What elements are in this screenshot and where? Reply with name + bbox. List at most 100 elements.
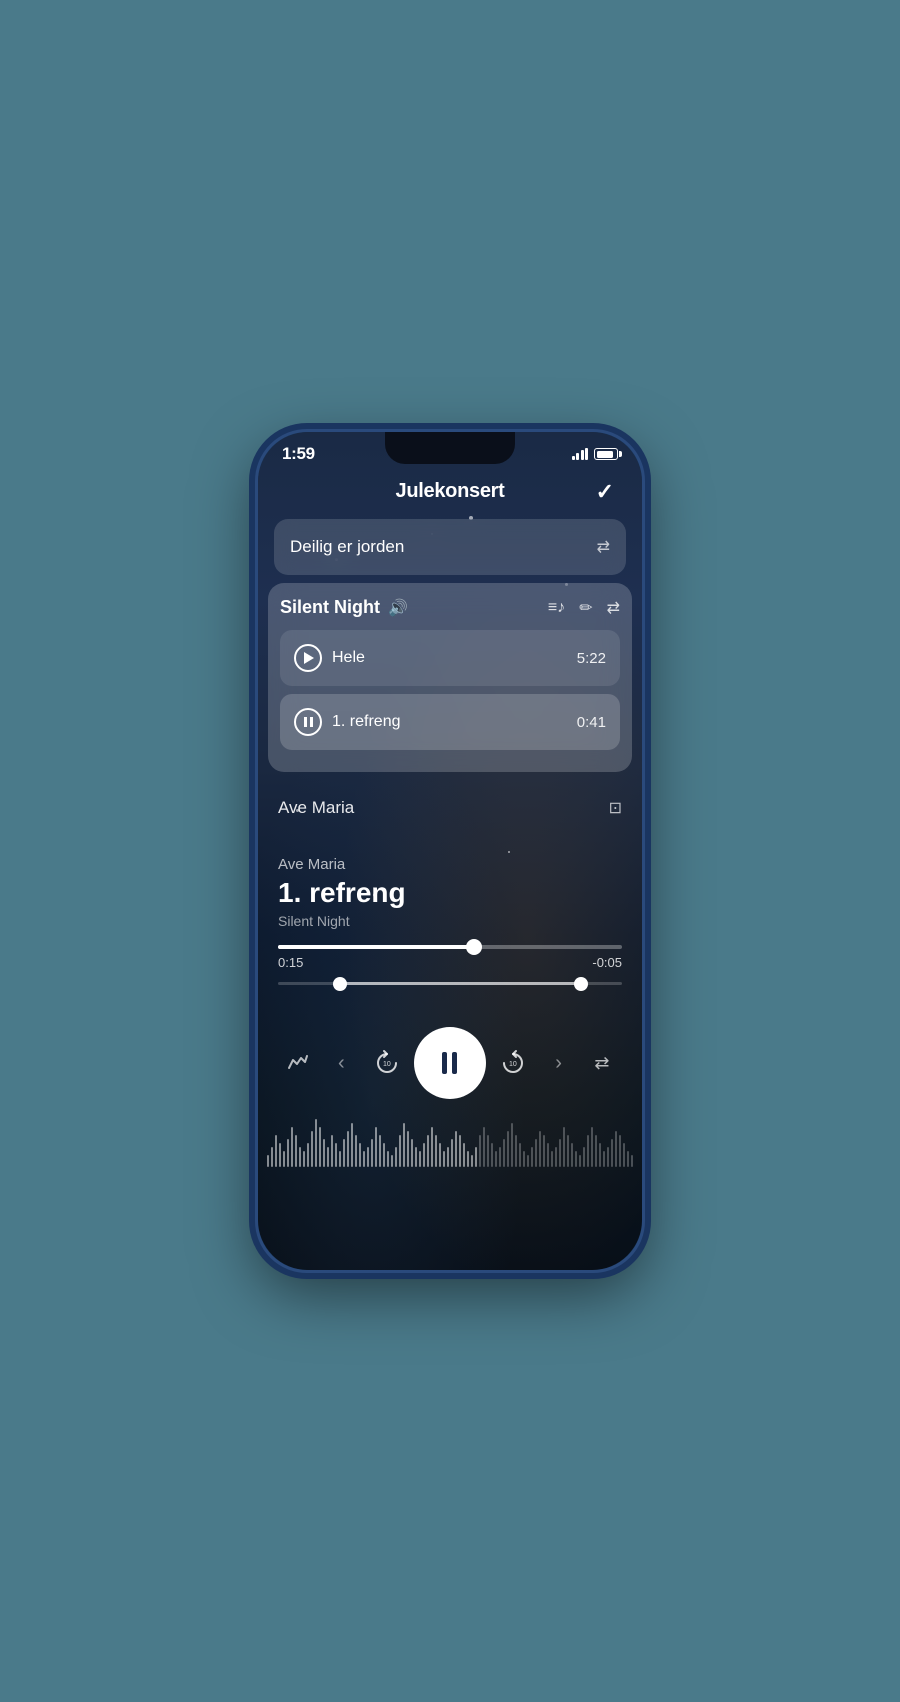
track-item-hele[interactable]: Hele 5:22 <box>280 630 620 686</box>
waveform-bar <box>519 1143 521 1167</box>
song-card-deilig[interactable]: Deilig er jorden ⇄ <box>274 519 626 575</box>
status-icons <box>572 448 619 460</box>
waveform-bar <box>319 1127 321 1167</box>
waveform-bar <box>383 1143 385 1167</box>
waveform-bar <box>611 1139 613 1167</box>
waveform-bar <box>443 1151 445 1167</box>
waveform-bar <box>439 1143 441 1167</box>
repeat-icon-active[interactable]: ⇄ <box>607 598 620 618</box>
waveform-bar <box>499 1147 501 1167</box>
song-card-ave-maria[interactable]: Ave Maria ⊡ <box>274 784 626 832</box>
battery-body <box>594 448 618 460</box>
play-triangle-icon <box>304 652 314 664</box>
waveform-bar <box>391 1155 393 1167</box>
edit-icon[interactable]: ✏ <box>579 598 592 618</box>
waveform-bar <box>555 1147 557 1167</box>
waveform-bar <box>327 1147 329 1167</box>
progress-bar[interactable] <box>278 945 622 949</box>
waveform-bar <box>371 1139 373 1167</box>
waveform-bar <box>623 1143 625 1167</box>
header: Julekonsert ✓ <box>258 468 642 519</box>
waveform-bar <box>427 1135 429 1167</box>
replay-back-button[interactable]: 10 <box>369 1045 405 1081</box>
waveform-bar <box>267 1155 269 1167</box>
waveform-bar <box>631 1155 633 1167</box>
waveform-bar <box>535 1139 537 1167</box>
waveform-bar <box>331 1135 333 1167</box>
waveform-bar <box>351 1123 353 1167</box>
loop-fill <box>340 982 581 985</box>
waveform-bar <box>435 1135 437 1167</box>
waveform-bar <box>303 1151 305 1167</box>
battery-fill <box>597 451 613 458</box>
np-source: Silent Night <box>278 913 622 929</box>
waveform-bar <box>567 1135 569 1167</box>
waveform-bar <box>607 1147 609 1167</box>
pause-button-refreng[interactable] <box>294 708 322 736</box>
replay-forward-button[interactable]: 10 <box>495 1045 531 1081</box>
waveform-bar <box>599 1143 601 1167</box>
loop-thumb-out[interactable] <box>574 977 588 991</box>
track-item-refreng[interactable]: 1. refreng 0:41 <box>280 694 620 750</box>
repeat-icon-deilig: ⇄ <box>597 537 610 557</box>
waveform-bar <box>471 1155 473 1167</box>
playlist-icon[interactable]: ≡♪ <box>548 599 565 617</box>
waveform-bar <box>571 1143 573 1167</box>
playlist-title: Julekonsert <box>396 480 505 503</box>
np-subtitle: Ave Maria <box>278 856 622 873</box>
waveform-bar <box>503 1139 505 1167</box>
waveform-bar <box>271 1147 273 1167</box>
loop-thumb-in[interactable] <box>333 977 347 991</box>
waveform-bar <box>279 1143 281 1167</box>
play-button-hele[interactable] <box>294 644 322 672</box>
chevron-down-icon[interactable]: ✓ <box>596 479 614 505</box>
pitch-tempo-button[interactable] <box>282 1047 314 1079</box>
waveform-bar <box>527 1155 529 1167</box>
waveform-bar <box>531 1147 533 1167</box>
repeat-button[interactable]: ⇄ <box>586 1047 618 1079</box>
waveform-bar <box>455 1131 457 1167</box>
waveform-bar <box>511 1123 513 1167</box>
waveform-bar <box>403 1123 405 1167</box>
song-card-silent-night[interactable]: Silent Night 🔊 ≡♪ ✏ ⇄ Hele 5:22 <box>268 583 632 772</box>
now-playing-section: Ave Maria 1. refreng Silent Night <box>258 840 642 929</box>
waveform-bar <box>487 1135 489 1167</box>
progress-fill <box>278 945 474 949</box>
waveform-bar <box>399 1135 401 1167</box>
waveform-bar <box>583 1147 585 1167</box>
active-actions: ≡♪ ✏ ⇄ <box>548 598 620 618</box>
waveform-bar <box>627 1151 629 1167</box>
waveform-bar <box>587 1135 589 1167</box>
waveform-bar <box>363 1151 365 1167</box>
progress-thumb[interactable] <box>466 939 482 955</box>
waveform-bar <box>299 1147 301 1167</box>
next-button[interactable]: › <box>541 1045 577 1081</box>
controls-row: ‹ 10 <box>274 1027 626 1099</box>
repeat-toggle-icon: ⇄ <box>594 1053 609 1074</box>
waveform-bar <box>467 1151 469 1167</box>
waveform-bar <box>483 1127 485 1167</box>
waveform-bar <box>415 1147 417 1167</box>
waveform-bar <box>507 1131 509 1167</box>
active-song-name: Silent Night <box>280 597 380 618</box>
track-left-refreng: 1. refreng <box>294 708 400 736</box>
waveform-bar <box>543 1135 545 1167</box>
waveform-bar <box>495 1151 497 1167</box>
waveform-bar <box>335 1143 337 1167</box>
track-time-hele: 5:22 <box>577 650 606 667</box>
svg-text:10: 10 <box>509 1061 517 1068</box>
waveform-bar <box>339 1151 341 1167</box>
track-name-refreng: 1. refreng <box>332 713 400 731</box>
pause-icon <box>304 717 313 727</box>
phone-frame: 1:59 Julekonsert ✓ Deilig er jorden ⇄ <box>255 429 645 1273</box>
active-card-header: Silent Night 🔊 ≡♪ ✏ ⇄ <box>280 597 620 618</box>
loop-bar[interactable] <box>278 982 622 985</box>
controls-section: ‹ 10 <box>258 1023 642 1099</box>
waveform-bar <box>563 1127 565 1167</box>
prev-button[interactable]: ‹ <box>323 1045 359 1081</box>
pause-main-button[interactable] <box>414 1027 486 1099</box>
time-row: 0:15 -0:05 <box>278 955 622 970</box>
track-time-refreng: 0:41 <box>577 714 606 731</box>
waveform-bar <box>459 1135 461 1167</box>
waveform-bar <box>407 1131 409 1167</box>
